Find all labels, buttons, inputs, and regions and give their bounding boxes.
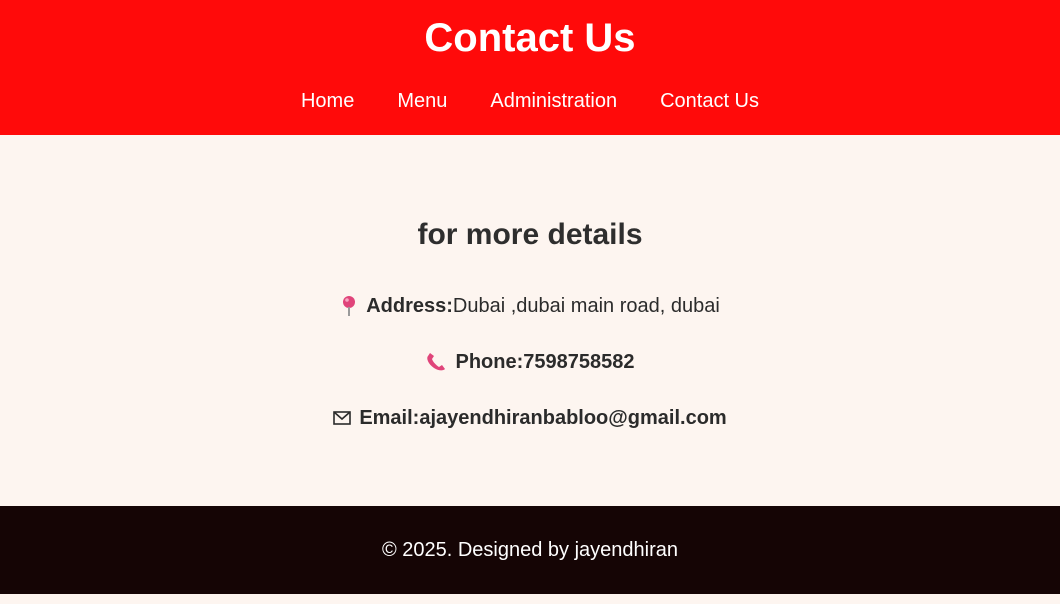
nav-link-menu[interactable]: Menu: [397, 89, 447, 113]
email-line: Email: ajayendhiranbabloo@gmail.com: [0, 406, 1060, 430]
nav-link-administration[interactable]: Administration: [490, 89, 617, 113]
site-header: Contact Us Home Menu Administration Cont…: [0, 0, 1060, 135]
address-label: Address:: [366, 295, 453, 317]
page-title: Contact Us: [424, 16, 636, 60]
footer-copyright: © 2025. Designed by jayendhiran: [381, 539, 679, 561]
envelope-icon: [333, 411, 352, 425]
nav-link-contact-us[interactable]: Contact Us: [660, 89, 759, 113]
email-label: Email:: [359, 407, 420, 429]
phone-line: Phone: 7598758582: [0, 350, 1060, 374]
phone-icon: [425, 352, 447, 372]
address-value: Dubai ,dubai main road, dubai: [452, 295, 720, 317]
email-value[interactable]: ajayendhiranbabloo@gmail.com: [419, 406, 726, 430]
main-nav: Home Menu Administration Contact Us: [0, 89, 1060, 113]
contact-section: for more details Address: Dubai ,dubai m…: [0, 135, 1060, 506]
phone-value: 7598758582: [523, 351, 635, 373]
pin-icon: [340, 295, 358, 317]
nav-link-home[interactable]: Home: [301, 89, 354, 113]
section-heading: for more details: [417, 218, 643, 251]
site-footer: © 2025. Designed by jayendhiran: [0, 506, 1060, 594]
address-line: Address: Dubai ,dubai main road, dubai: [0, 294, 1060, 318]
phone-label: Phone:: [455, 351, 524, 373]
